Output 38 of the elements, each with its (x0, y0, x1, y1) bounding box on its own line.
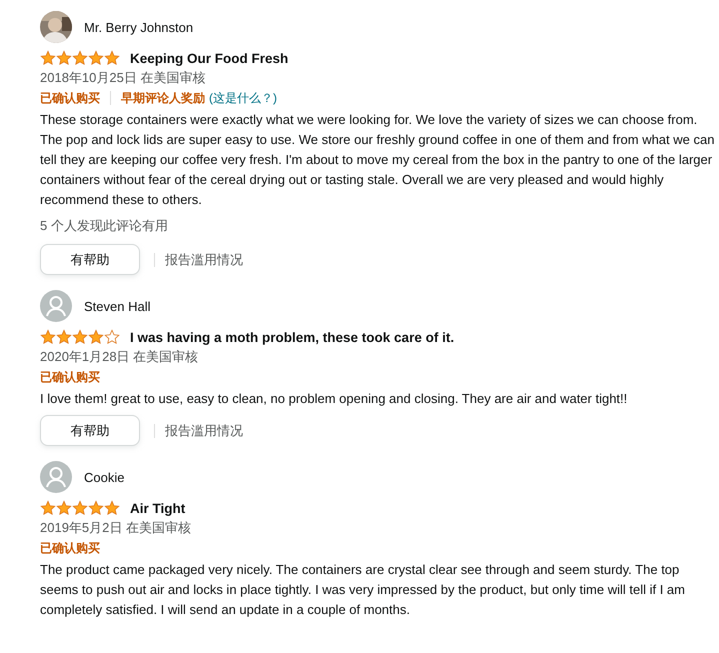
badge-label: 已确认购买 (40, 369, 100, 386)
star-icon (104, 50, 120, 66)
what-is-this-link[interactable]: (这是什么？) (209, 88, 277, 108)
helpful-count: 5 个人发现此评论有用 (40, 217, 169, 235)
review-text: The product came packaged very nicely. The containers are crystal clear see through and seem sturdy. The top seems to push out air and locks in place tightly. I was very impressed by the product, but only time will tell if I am completely satisfied. I will send an update in a couple of months. (40, 561, 686, 619)
star-icon (40, 50, 56, 66)
review-title[interactable]: Air Tight (130, 500, 186, 516)
review-text: These storage containers were exactly what we were looking for. We love the variety of sizes we can choose from. The pop and lock lids are super easy to use. We store our freshly ground coffee in one of them and from what we can tell they are keeping our coffee very fresh. I'm about to move my cereal from the box in the pantry to one of the larger containers without fear of the cereal drying out or tasting stale. Overall we are very pleased and would highly recommend these to others. (40, 111, 716, 209)
star-icon (40, 329, 56, 345)
star-icon (72, 500, 88, 516)
star-icon (104, 500, 120, 516)
star-icon (88, 50, 104, 66)
review-date: 2020年1月28日 在美国审核 (40, 348, 200, 366)
helpful-button[interactable]: 有帮助 (40, 415, 140, 446)
star-icon (72, 50, 88, 66)
star-icon (72, 329, 88, 345)
star-icon (88, 329, 104, 345)
reviewer-name[interactable]: Mr. Berry Johnston (84, 20, 194, 34)
review-text: I love them! great to use, easy to clean, no problem opening and closing. They are air and water tight!! (40, 390, 628, 408)
avatar-icon (40, 461, 72, 493)
star-icon (56, 329, 72, 345)
report-abuse-link[interactable]: 报告滥用情况 (165, 250, 243, 268)
star-icon (40, 500, 56, 516)
badge-label: 已确认购买 (40, 540, 100, 557)
avatar-icon (40, 290, 72, 322)
review-date: 2018年10月25日 在美国审核 (40, 69, 206, 87)
review-date: 2019年5月2日 在美国审核 (40, 519, 192, 537)
star-icon (88, 500, 104, 516)
star-icon (56, 500, 72, 516)
review-title[interactable]: Keeping Our Food Fresh (130, 50, 288, 66)
review-title[interactable]: I was having a moth problem, these took care of it. (130, 330, 454, 344)
star-icon (56, 50, 72, 66)
report-abuse-link[interactable]: 报告滥用情况 (165, 422, 243, 440)
badge-label: 早期评论人奖励 (121, 90, 205, 107)
reviewer-name[interactable]: Cookie (84, 470, 124, 484)
helpful-button[interactable]: 有帮助 (40, 244, 140, 275)
badge-label: 已确认购买 (40, 90, 100, 107)
reviewer-name[interactable]: Steven Hall (84, 298, 150, 314)
